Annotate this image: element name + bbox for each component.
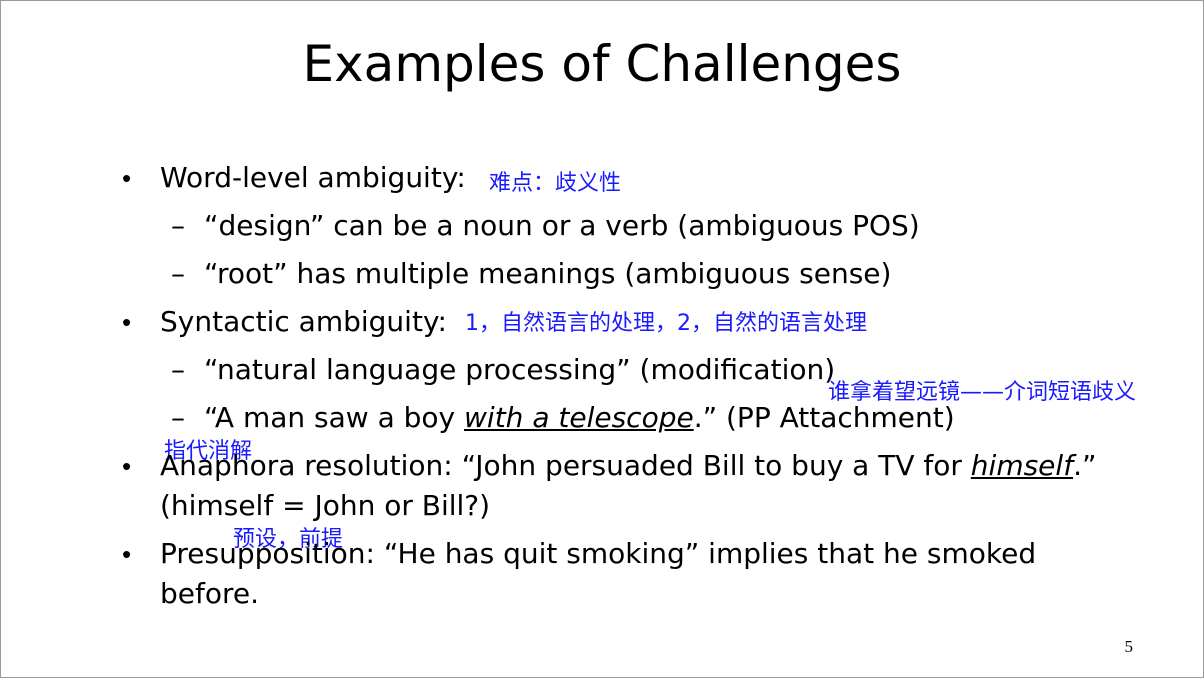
bullet-presupposition: Presupposition: “He has quit smoking” im… [160, 537, 1037, 570]
subbullet-root: “root” has multiple meanings (ambiguous … [204, 257, 892, 290]
slide-title: Examples of Challenges [302, 35, 902, 93]
dash-marker: – [171, 209, 185, 242]
slide: Examples of Challenges • Word-level ambi… [0, 0, 1204, 678]
presupposition-line-2: before. [160, 577, 260, 610]
subbullet-telescope: “A man saw a boy with a telescope.” (PP … [204, 401, 955, 434]
anaphora-emphasis: himself [970, 449, 1074, 482]
dash-marker: – [171, 401, 185, 434]
telescope-text-pre: “A man saw a boy [204, 401, 465, 434]
bullet-anaphora-resolution: Anaphora resolution: “John persuaded Bil… [160, 449, 1096, 482]
subbullet-design: “design” can be a noun or a verb (ambigu… [204, 209, 920, 242]
bullet-dot: • [122, 539, 132, 569]
page-number: 5 [1124, 637, 1134, 656]
annotation-nlp-parsing: 1，自然语言的处理，2，自然的语言处理 [465, 311, 867, 336]
subbullet-natural-language-processing: “natural language processing” (modificat… [204, 353, 836, 386]
telescope-emphasis: with a telescope [464, 401, 694, 434]
dash-marker: – [171, 257, 185, 290]
telescope-text-post: .” (PP Attachment) [693, 401, 955, 434]
bullet-dot: • [122, 307, 132, 337]
anaphora-line-2: (himself = John or Bill?) [160, 489, 491, 522]
bullet-dot: • [122, 451, 132, 481]
bullet-word-level-ambiguity: Word-level ambiguity: [160, 161, 466, 194]
anaphora-text-pre: Anaphora resolution: “John persuaded Bil… [160, 449, 971, 482]
bullet-dot: • [122, 163, 132, 193]
bullet-syntactic-ambiguity: Syntactic ambiguity: [160, 305, 447, 338]
dash-marker: – [171, 353, 185, 386]
anaphora-text-post: .” [1073, 449, 1097, 482]
annotation-ambiguity: 难点：歧义性 [489, 171, 622, 196]
